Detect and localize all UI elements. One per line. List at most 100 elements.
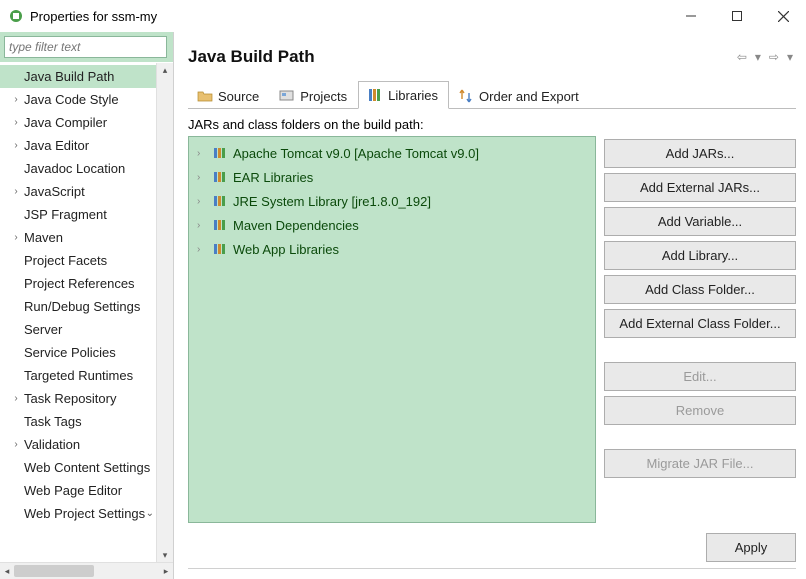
minimize-button[interactable] [668, 0, 714, 32]
nav-item-label: Java Code Style [24, 92, 119, 107]
nav-item[interactable]: ›Validation [0, 433, 156, 456]
tab-content: JARs and class folders on the build path… [188, 109, 796, 523]
nav-vscrollbar[interactable]: ▴ ▾ [156, 63, 173, 562]
dialog-body: Java Build Path›Java Code Style›Java Com… [0, 32, 806, 579]
library-item[interactable]: ›Web App Libraries [191, 237, 593, 261]
chevron-right-icon: › [10, 232, 22, 243]
chevron-right-icon: › [10, 186, 22, 197]
nav-item[interactable]: Web Page Editor [0, 479, 156, 502]
bottom-separator [188, 568, 796, 569]
scroll-down-icon[interactable]: ▾ [157, 548, 173, 562]
add-library-button[interactable]: Add Library... [604, 241, 796, 270]
forward-icon[interactable]: ⇨ [766, 48, 782, 66]
nav-item[interactable]: Service Policies [0, 341, 156, 364]
nav-item-label: Task Tags [24, 414, 82, 429]
library-item-label: EAR Libraries [233, 170, 313, 185]
nav-item[interactable]: Server [0, 318, 156, 341]
chevron-right-icon: › [10, 94, 22, 105]
nav-hscrollbar[interactable]: ◂ ▸ [0, 562, 173, 579]
tab-label: Source [218, 89, 259, 104]
sidebar: Java Build Path›Java Code Style›Java Com… [0, 32, 174, 579]
nav-item[interactable]: Javadoc Location [0, 157, 156, 180]
nav-item[interactable]: Targeted Runtimes [0, 364, 156, 387]
tab-source[interactable]: Source [188, 82, 270, 109]
maximize-button[interactable] [714, 0, 760, 32]
forward-menu-icon[interactable]: ▾ [784, 48, 796, 66]
tab-order-and-export[interactable]: Order and Export [449, 82, 590, 109]
library-item[interactable]: ›Apache Tomcat v9.0 [Apache Tomcat v9.0] [191, 141, 593, 165]
back-icon[interactable]: ⇦ [734, 48, 750, 66]
edit-button[interactable]: Edit... [604, 362, 796, 391]
add-external-jars-button[interactable]: Add External JARs... [604, 173, 796, 202]
chevron-right-icon: › [197, 148, 207, 159]
header-row: Java Build Path ⇦ ▾ ⇨ ▾ [188, 42, 796, 72]
scroll-right-icon[interactable]: ▸ [159, 563, 173, 579]
page-title: Java Build Path [188, 47, 315, 67]
nav-item-label: Web Project Settings [24, 506, 145, 521]
add-class-folder-button[interactable]: Add Class Folder... [604, 275, 796, 304]
window-icon [8, 8, 24, 24]
apply-button[interactable]: Apply [706, 533, 796, 562]
folder-src-icon [197, 88, 213, 104]
nav-item-label: Validation [24, 437, 80, 452]
nav-item[interactable]: JSP Fragment [0, 203, 156, 226]
nav-item[interactable]: Web Project Settings⌄ [0, 502, 156, 525]
nav-item-label: Targeted Runtimes [24, 368, 133, 383]
remove-button[interactable]: Remove [604, 396, 796, 425]
back-menu-icon[interactable]: ▾ [752, 48, 764, 66]
nav-item-label: Task Repository [24, 391, 116, 406]
nav-item[interactable]: Project Facets [0, 249, 156, 272]
scroll-thumb[interactable] [14, 565, 94, 577]
nav-item-label: JavaScript [24, 184, 85, 199]
library-item-label: Maven Dependencies [233, 218, 359, 233]
scroll-left-icon[interactable]: ◂ [0, 563, 14, 579]
nav-item-label: JSP Fragment [24, 207, 107, 222]
nav-item[interactable]: ›Java Code Style [0, 88, 156, 111]
nav-item-label: Web Content Settings [24, 460, 150, 475]
library-item[interactable]: ›JRE System Library [jre1.8.0_192] [191, 189, 593, 213]
nav-item[interactable]: ›Java Compiler [0, 111, 156, 134]
titlebar-left: Properties for ssm-my [8, 8, 157, 24]
nav-item[interactable]: Task Tags [0, 410, 156, 433]
filter-input[interactable] [4, 36, 167, 58]
window-controls [668, 0, 806, 32]
libraries-caption: JARs and class folders on the build path… [188, 117, 596, 132]
libraries-column: JARs and class folders on the build path… [188, 117, 596, 523]
library-icon [212, 145, 228, 161]
library-item[interactable]: ›EAR Libraries [191, 165, 593, 189]
nav-item-label: Server [24, 322, 62, 337]
nav-item[interactable]: Java Build Path [0, 65, 156, 88]
nav-item[interactable]: Web Content Settings [0, 456, 156, 479]
close-button[interactable] [760, 0, 806, 32]
library-icon [212, 241, 228, 257]
add-external-class-folder-button[interactable]: Add External Class Folder... [604, 309, 796, 338]
nav-item[interactable]: ›JavaScript [0, 180, 156, 203]
nav-item-label: Java Build Path [24, 69, 114, 84]
library-item-label: JRE System Library [jre1.8.0_192] [233, 194, 431, 209]
button-column: Add JARs... Add External JARs... Add Var… [604, 117, 796, 523]
libraries-tree[interactable]: ›Apache Tomcat v9.0 [Apache Tomcat v9.0]… [188, 136, 596, 523]
tab-libraries[interactable]: Libraries [358, 81, 449, 109]
nav-item[interactable]: ›Task Repository [0, 387, 156, 410]
add-jars-button[interactable]: Add JARs... [604, 139, 796, 168]
tab-label: Projects [300, 89, 347, 104]
tab-bar: Source Projects Libraries Order and Export [188, 80, 796, 109]
library-icon [212, 217, 228, 233]
overflow-chevron-icon: ⌄ [146, 508, 156, 519]
add-variable-button[interactable]: Add Variable... [604, 207, 796, 236]
nav-item[interactable]: Run/Debug Settings [0, 295, 156, 318]
tab-label: Order and Export [479, 89, 579, 104]
scroll-up-icon[interactable]: ▴ [157, 63, 173, 77]
nav-item-label: Project Facets [24, 253, 107, 268]
nav-item[interactable]: Project References [0, 272, 156, 295]
window-title: Properties for ssm-my [30, 9, 157, 24]
nav-item[interactable]: ›Java Editor [0, 134, 156, 157]
migrate-jar-button[interactable]: Migrate JAR File... [604, 449, 796, 478]
filter-wrap [0, 32, 173, 63]
tab-projects[interactable]: Projects [270, 82, 358, 109]
chevron-right-icon: › [197, 244, 207, 255]
titlebar: Properties for ssm-my [0, 0, 806, 32]
library-item[interactable]: ›Maven Dependencies [191, 213, 593, 237]
nav-item-label: Java Editor [24, 138, 89, 153]
nav-item[interactable]: ›Maven [0, 226, 156, 249]
